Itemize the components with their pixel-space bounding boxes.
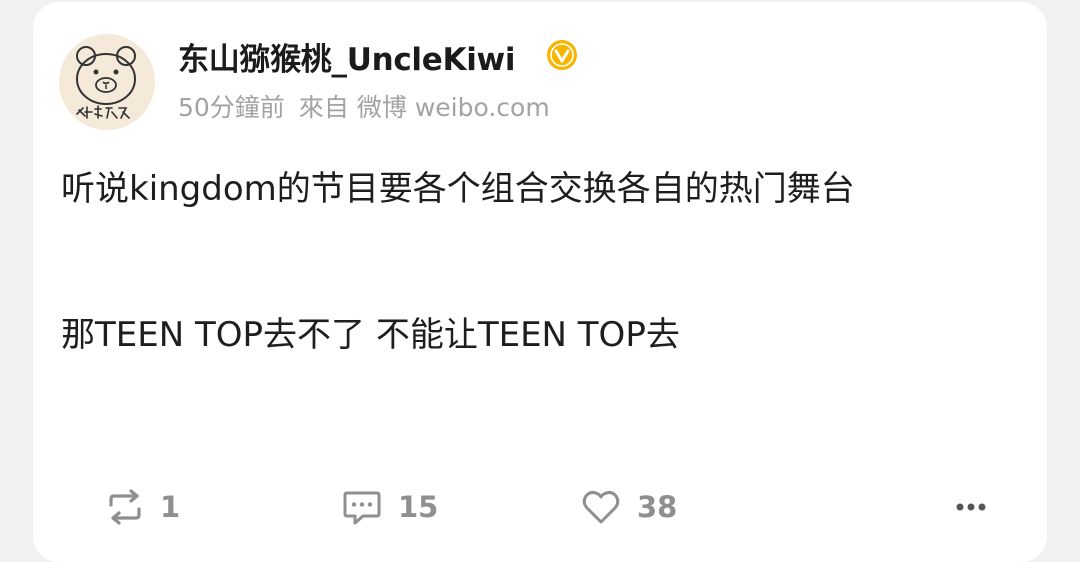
author-name[interactable]: 东山猕猴桃_UncleKiwi <box>178 34 515 79</box>
like-count: 38 <box>637 490 678 524</box>
weibo-post-card: 东山猕猴桃_UncleKiwi 50分鐘前 來自 微博 weibo.com 听说kin… <box>33 2 1047 562</box>
bear-face-icon <box>59 34 155 130</box>
action-bar: 1 15 38 <box>33 480 1047 534</box>
avatar[interactable] <box>59 34 155 130</box>
verified-badge-icon <box>545 38 579 72</box>
comment-icon <box>343 491 381 525</box>
heart-icon <box>582 490 620 524</box>
source-app[interactable]: 微博 <box>357 93 407 122</box>
comment-count: 15 <box>398 490 439 524</box>
post-time: 50分鐘前 <box>178 93 285 122</box>
source-label: 來自 <box>298 93 349 122</box>
post-body[interactable]: 听说kingdom的节目要各个组合交换各自的热门舞台 那TEEN TOP去不了 … <box>61 162 991 362</box>
more-button[interactable] <box>953 480 989 534</box>
post-text-line: 那TEEN TOP去不了 不能让TEEN TOP去 <box>61 315 680 355</box>
more-dots-icon <box>956 503 986 511</box>
source-site[interactable]: weibo.com <box>415 93 550 122</box>
repost-count: 1 <box>160 490 181 524</box>
repost-icon <box>109 489 141 525</box>
like-button[interactable]: 38 <box>581 480 677 534</box>
repost-button[interactable]: 1 <box>106 480 180 534</box>
post-meta: 50分鐘前 來自 微博 weibo.com <box>178 88 564 124</box>
comment-button[interactable]: 15 <box>342 480 438 534</box>
post-text-line: 听说kingdom的节目要各个组合交换各自的热门舞台 <box>61 169 855 209</box>
